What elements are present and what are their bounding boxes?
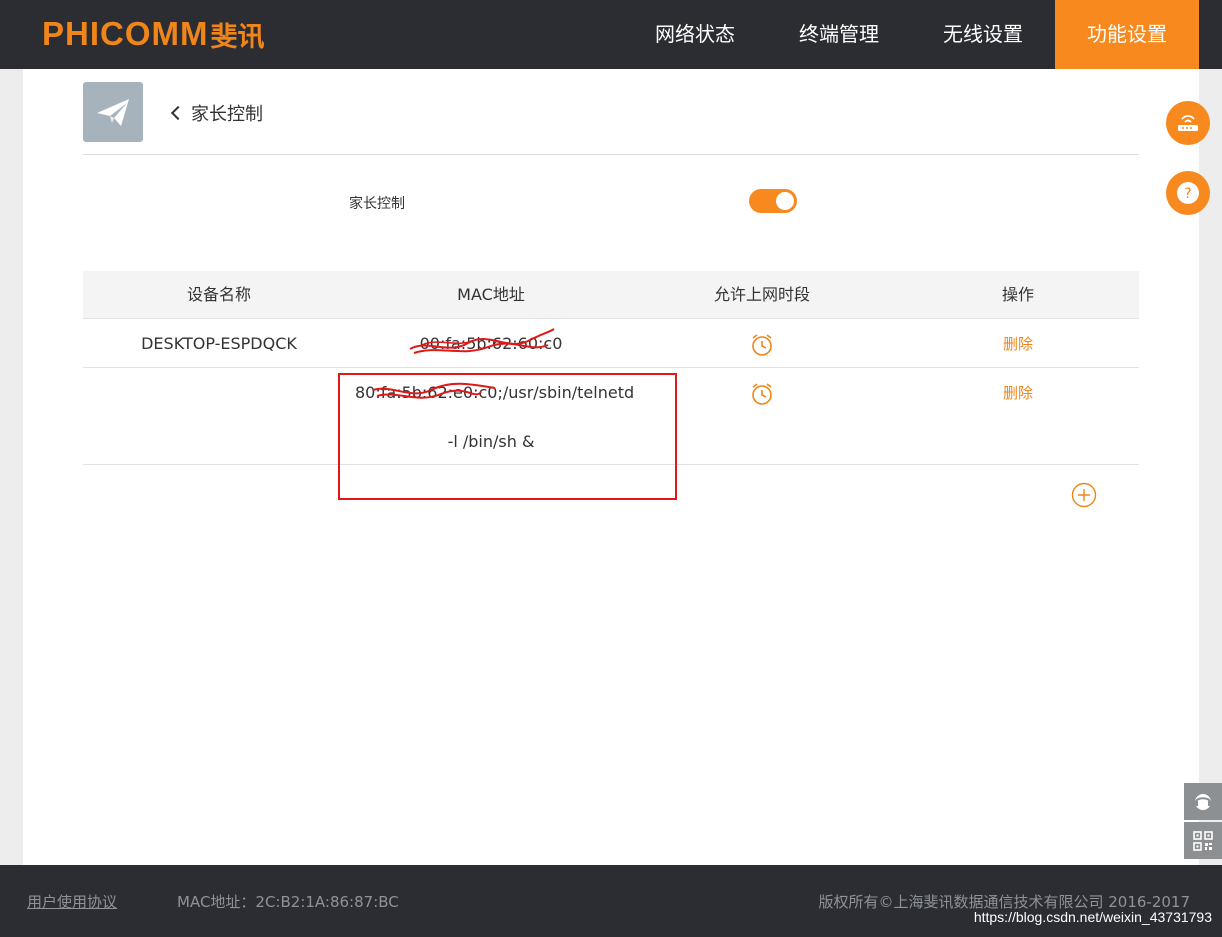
paper-plane-icon xyxy=(83,82,143,142)
parental-control-toggle[interactable] xyxy=(749,189,797,213)
alarm-clock-icon[interactable] xyxy=(749,332,775,358)
brand-en: PHICOMM xyxy=(42,15,209,52)
headset-icon xyxy=(1195,793,1211,810)
alarm-clock-icon[interactable] xyxy=(749,381,775,407)
device-name xyxy=(83,368,355,464)
mac-address: 00:fa:5b:62:60:c0 xyxy=(409,319,563,368)
mac-line-1: 80:fa:5b:62:e0:c0;/usr/sbin/telnetd xyxy=(355,368,634,417)
user-agreement-link[interactable]: 用户使用协议 xyxy=(27,891,117,912)
footer: 用户使用协议 MAC地址：2C:B2:1A:86:87:BC 版权所有©上海斐讯… xyxy=(0,865,1222,937)
schedule-cell xyxy=(627,368,897,464)
header-action: 操作 xyxy=(1001,285,1034,304)
brand-cn: 斐讯 xyxy=(210,21,265,53)
nav-network-status[interactable]: 网络状态 xyxy=(623,0,767,69)
nav-terminal-management[interactable]: 终端管理 xyxy=(767,0,911,69)
back-link[interactable]: 家长控制 xyxy=(170,100,263,126)
mac-value-continued: -l /bin/sh & xyxy=(447,432,535,451)
page-title: 家长控制 xyxy=(191,104,263,125)
action-cell: 删除 xyxy=(897,368,1139,464)
header-divider xyxy=(83,154,1139,155)
mac-value: 80:fa:5b:62:e0:c0;/usr/sbin/telnetd xyxy=(355,383,635,402)
top-header: PHICOMM 斐讯 网络状态 终端管理 无线设置 功能设置 xyxy=(0,0,1222,69)
delete-button[interactable]: 删除 xyxy=(1003,384,1033,402)
table-row: DESKTOP-ESPDQCK 00:fa:5b:62:60:c0 删除 xyxy=(83,319,1139,368)
table-header: 设备名称 MAC地址 允许上网时段 操作 xyxy=(83,271,1139,319)
header-schedule: 允许上网时段 xyxy=(713,285,810,304)
help-button[interactable]: ? xyxy=(1166,171,1210,215)
schedule-cell xyxy=(627,319,897,367)
footer-mac-address: MAC地址：2C:B2:1A:86:87:BC xyxy=(177,893,399,911)
mac-value: 00:fa:5b:62:60:c0 xyxy=(419,334,563,353)
header-mac: MAC地址 xyxy=(457,285,525,304)
router-button[interactable] xyxy=(1166,101,1210,145)
parental-control-label: 家长控制 xyxy=(349,196,405,212)
mac-cell: 80:fa:5b:62:e0:c0;/usr/sbin/telnetd -l /… xyxy=(355,368,634,464)
watermark-text: https://blog.csdn.net/weixin_43731793 xyxy=(973,909,1212,925)
header-device-name: 设备名称 xyxy=(186,285,251,304)
device-name: DESKTOP-ESPDQCK xyxy=(141,334,297,353)
router-icon xyxy=(1178,115,1198,131)
main-nav: 网络状态 终端管理 无线设置 功能设置 xyxy=(623,0,1199,69)
customer-service-button[interactable] xyxy=(1184,783,1222,820)
qr-code-button[interactable] xyxy=(1184,822,1222,859)
action-cell: 删除 xyxy=(897,319,1139,367)
nav-function-settings[interactable]: 功能设置 xyxy=(1055,0,1199,69)
plus-circle-icon[interactable] xyxy=(1071,482,1097,508)
svg-text:?: ? xyxy=(1184,186,1191,202)
toggle-knob xyxy=(776,192,794,210)
delete-button[interactable]: 删除 xyxy=(1003,335,1033,353)
table-row: 80:fa:5b:62:e0:c0;/usr/sbin/telnetd -l /… xyxy=(83,368,1139,465)
main-panel: 家长控制 家长控制 设备名称 MAC地址 允许上网时段 操作 DESKTOP-E… xyxy=(23,69,1199,865)
mac-cell: 00:fa:5b:62:60:c0 xyxy=(355,319,627,367)
device-table: 设备名称 MAC地址 允许上网时段 操作 DESKTOP-ESPDQCK 00:… xyxy=(83,271,1139,465)
qr-code-icon xyxy=(1193,830,1213,851)
phicomm-logo[interactable]: PHICOMM 斐讯 xyxy=(42,14,265,54)
nav-wireless-settings[interactable]: 无线设置 xyxy=(911,0,1055,69)
chevron-left-icon xyxy=(170,105,186,121)
question-icon: ? xyxy=(1177,182,1199,204)
